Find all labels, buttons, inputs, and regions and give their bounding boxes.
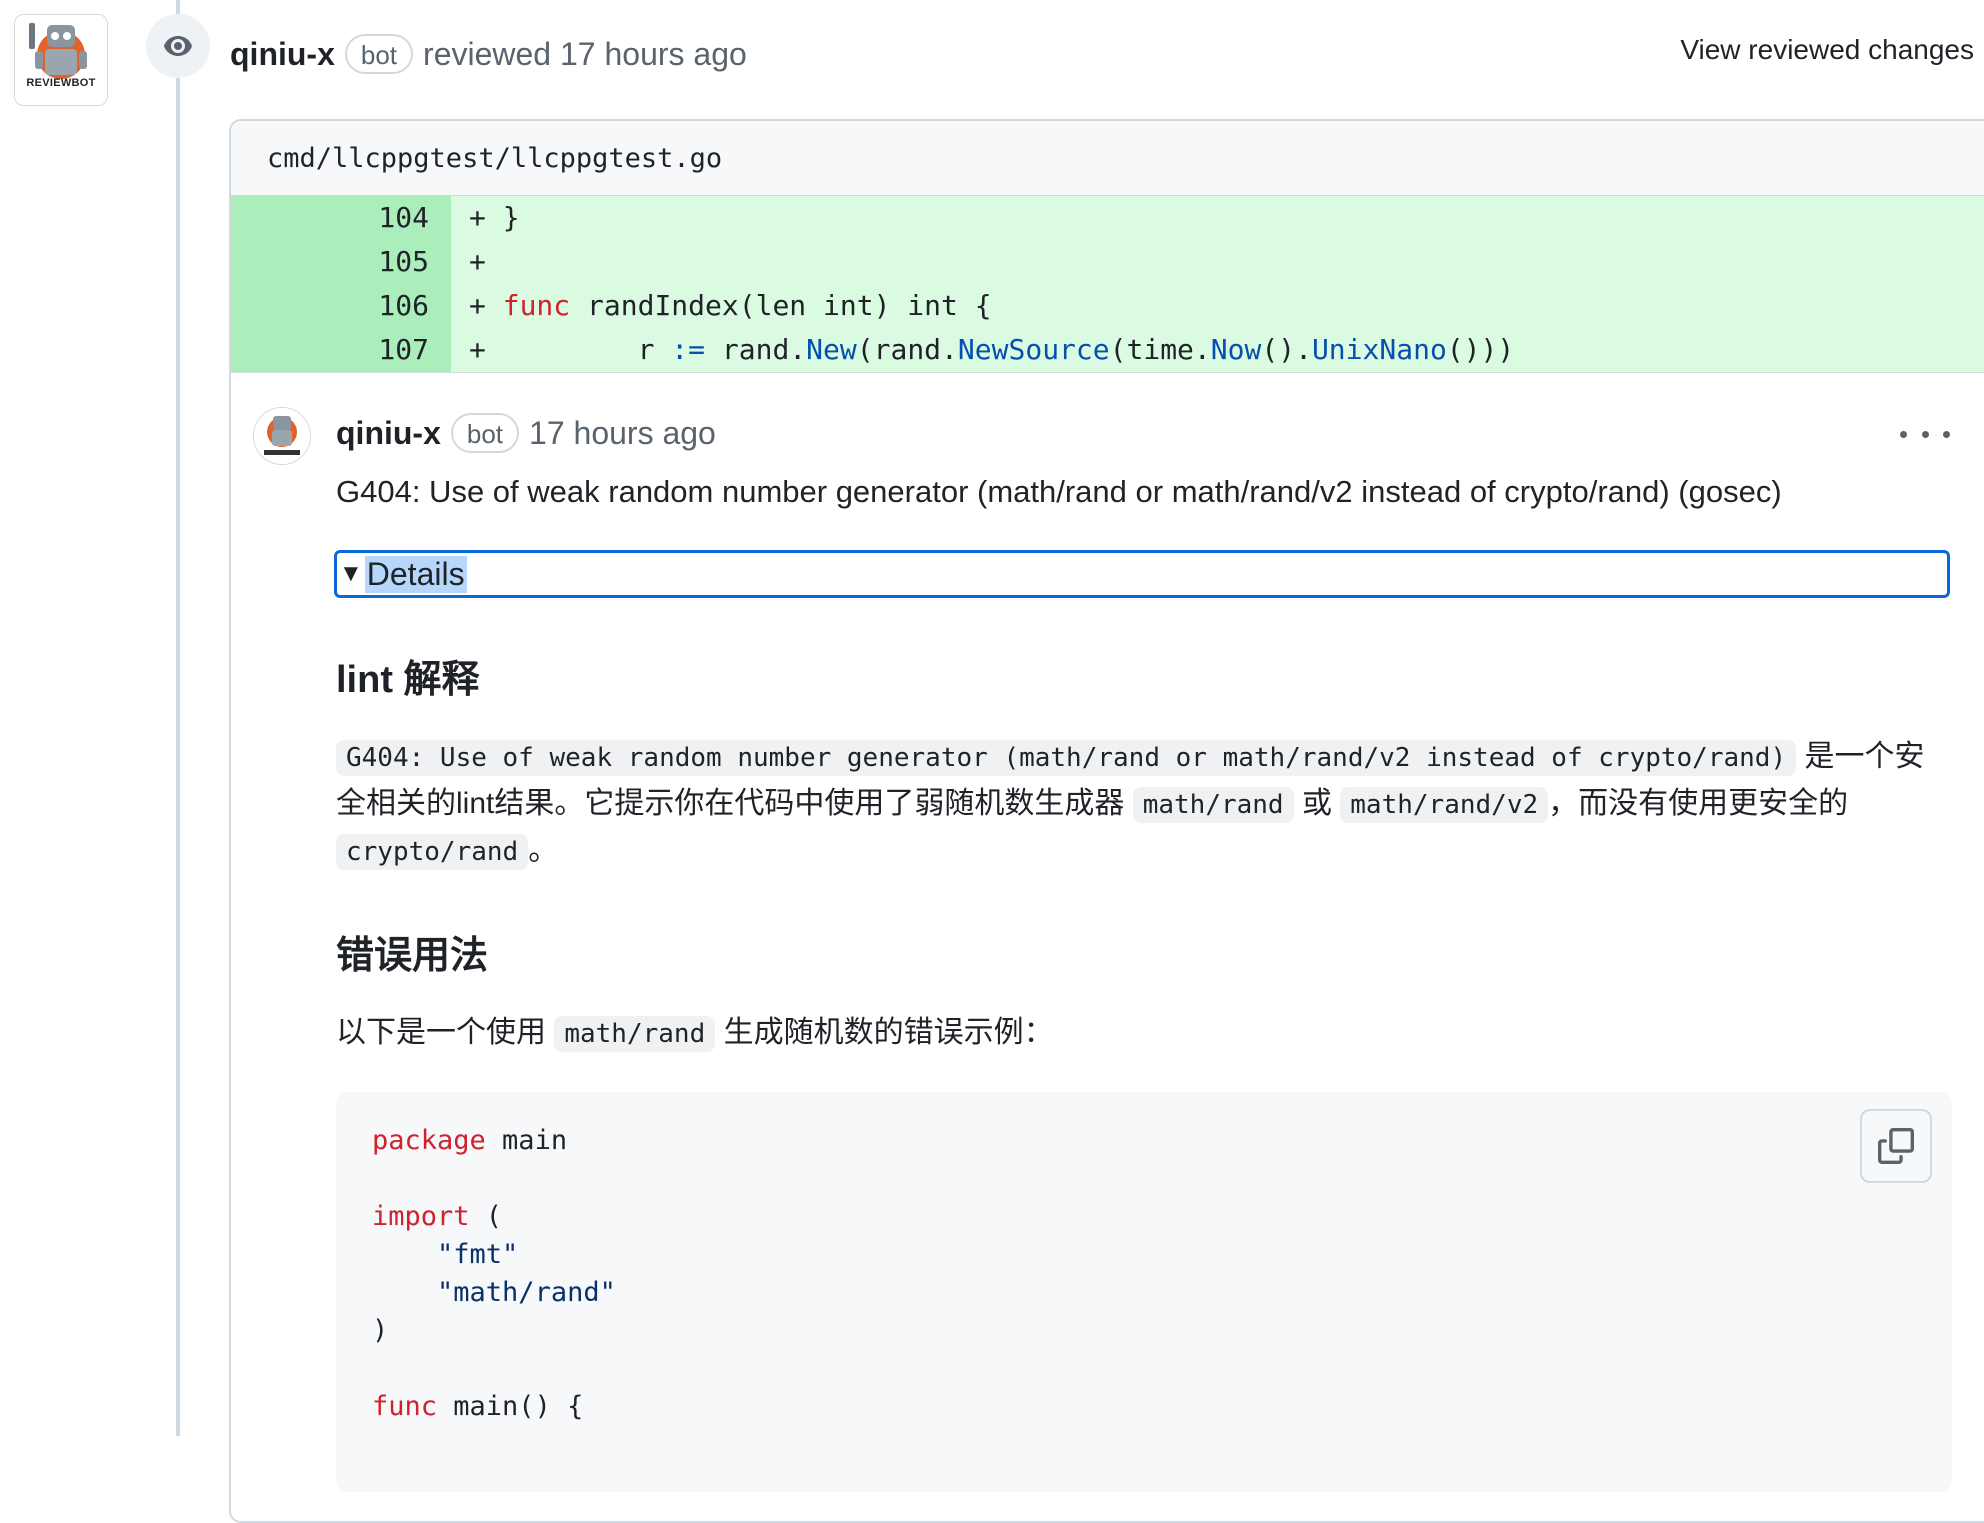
inline-code: math/rand/v2 bbox=[1340, 787, 1549, 823]
file-path-header: cmd/llcppgtest/llcppgtest.go bbox=[231, 121, 1984, 196]
details-summary-toggle[interactable]: ▼ Details bbox=[334, 550, 1950, 598]
diff-hunk: 104 + } 105 + 106 + func randIndex(len i… bbox=[231, 196, 1984, 373]
paragraph-text: ，而没有使用更安全的 bbox=[1548, 787, 1849, 820]
code-keyword: package bbox=[372, 1125, 486, 1156]
paragraph-text: 生成随机数的错误示例： bbox=[723, 1016, 1054, 1049]
diff-line-number[interactable]: 107 bbox=[231, 328, 451, 372]
lint-explanation-paragraph: G404: Use of weak random number generato… bbox=[336, 734, 1952, 875]
inline-code: math/rand bbox=[554, 1016, 716, 1052]
code-keyword: func bbox=[372, 1391, 438, 1422]
copy-code-button[interactable] bbox=[1860, 1109, 1932, 1183]
diff-line: 107 + r := rand.New(rand.NewSource(time.… bbox=[231, 328, 1984, 372]
file-path[interactable]: cmd/llcppgtest/llcppgtest.go bbox=[267, 143, 722, 174]
kebab-dot bbox=[1943, 430, 1950, 438]
code-text: main bbox=[485, 1125, 568, 1156]
kebab-dot bbox=[1921, 430, 1929, 438]
heading-lint-explanation: lint 解释 bbox=[336, 659, 480, 701]
reviewbot-avatar-label: REVIEWBOT bbox=[26, 77, 96, 89]
eye-icon bbox=[164, 36, 192, 56]
bot-badge: bot bbox=[344, 34, 414, 74]
kebab-dot bbox=[1900, 430, 1907, 438]
diff-line-code: + func randIndex(len int) int { bbox=[451, 284, 1984, 328]
paragraph-text: 或 bbox=[1301, 787, 1332, 820]
diff-line: 106 + func randIndex(len int) int { bbox=[231, 284, 1984, 328]
copy-icon bbox=[1878, 1128, 1914, 1164]
diff-line: 105 + bbox=[231, 240, 1984, 284]
diff-line-code: + bbox=[451, 240, 1984, 284]
wrong-usage-paragraph: 以下是一个使用 math/rand 生成随机数的错误示例： bbox=[336, 1010, 1054, 1057]
review-header: qiniu-x bot reviewed 17 hours ago bbox=[230, 30, 747, 78]
triangle-down-icon: ▼ bbox=[339, 560, 363, 587]
diff-line-number[interactable]: 104 bbox=[231, 196, 451, 240]
robot-icon bbox=[254, 408, 310, 464]
review-author-link[interactable]: qiniu-x bbox=[230, 36, 335, 73]
comment-summary: G404: Use of weak random number generato… bbox=[336, 474, 1782, 509]
comment-header: qiniu-x bot 17 hours ago bbox=[336, 410, 716, 456]
code-block-content: package main import ( "fmt" "math/rand" … bbox=[372, 1122, 616, 1426]
review-eye-badge bbox=[146, 14, 210, 78]
diff-line-code: + } bbox=[451, 196, 1984, 240]
view-reviewed-changes-link[interactable]: View reviewed changes bbox=[1680, 34, 1974, 66]
details-label: Details bbox=[364, 555, 467, 593]
paragraph-text: 以下是一个使用 bbox=[336, 1016, 546, 1049]
diff-line: 104 + } bbox=[231, 196, 1984, 240]
reviewbot-avatar[interactable]: REVIEWBOT bbox=[14, 14, 108, 106]
comment-options-kebab-icon[interactable] bbox=[1900, 422, 1950, 446]
code-string: "fmt" bbox=[437, 1239, 519, 1270]
diff-line-code-text: + func randIndex(len int) int { bbox=[469, 289, 992, 322]
comment-avatar[interactable] bbox=[253, 407, 311, 465]
diff-line-number[interactable]: 106 bbox=[231, 284, 451, 328]
code-text: ( bbox=[469, 1201, 503, 1232]
comment-timestamp[interactable]: 17 hours ago bbox=[529, 415, 716, 452]
comment-author-link[interactable]: qiniu-x bbox=[336, 415, 441, 452]
diff-divider bbox=[231, 372, 1984, 373]
code-text: main() { bbox=[437, 1391, 584, 1422]
inline-code: crypto/rand bbox=[336, 834, 529, 870]
diff-line-number[interactable]: 105 bbox=[231, 240, 451, 284]
code-text: ) bbox=[372, 1315, 389, 1346]
inline-code: math/rand bbox=[1132, 787, 1294, 823]
code-block: package main import ( "fmt" "math/rand" … bbox=[336, 1092, 1952, 1492]
robot-icon bbox=[15, 15, 107, 105]
diff-line-code-text: + r := rand.New(rand.NewSource(time.Now(… bbox=[469, 333, 1515, 366]
paragraph-text: 。 bbox=[528, 834, 559, 867]
timeline-line bbox=[176, 0, 180, 1436]
diff-line-code: + r := rand.New(rand.NewSource(time.Now(… bbox=[451, 328, 1984, 372]
code-string: "math/rand" bbox=[437, 1277, 616, 1308]
heading-wrong-usage: 错误用法 bbox=[336, 935, 489, 977]
bot-badge: bot bbox=[450, 413, 520, 453]
review-action-text: reviewed 17 hours ago bbox=[423, 35, 747, 72]
inline-code: G404: Use of weak random number generato… bbox=[336, 740, 1797, 776]
code-keyword: import bbox=[372, 1201, 470, 1232]
